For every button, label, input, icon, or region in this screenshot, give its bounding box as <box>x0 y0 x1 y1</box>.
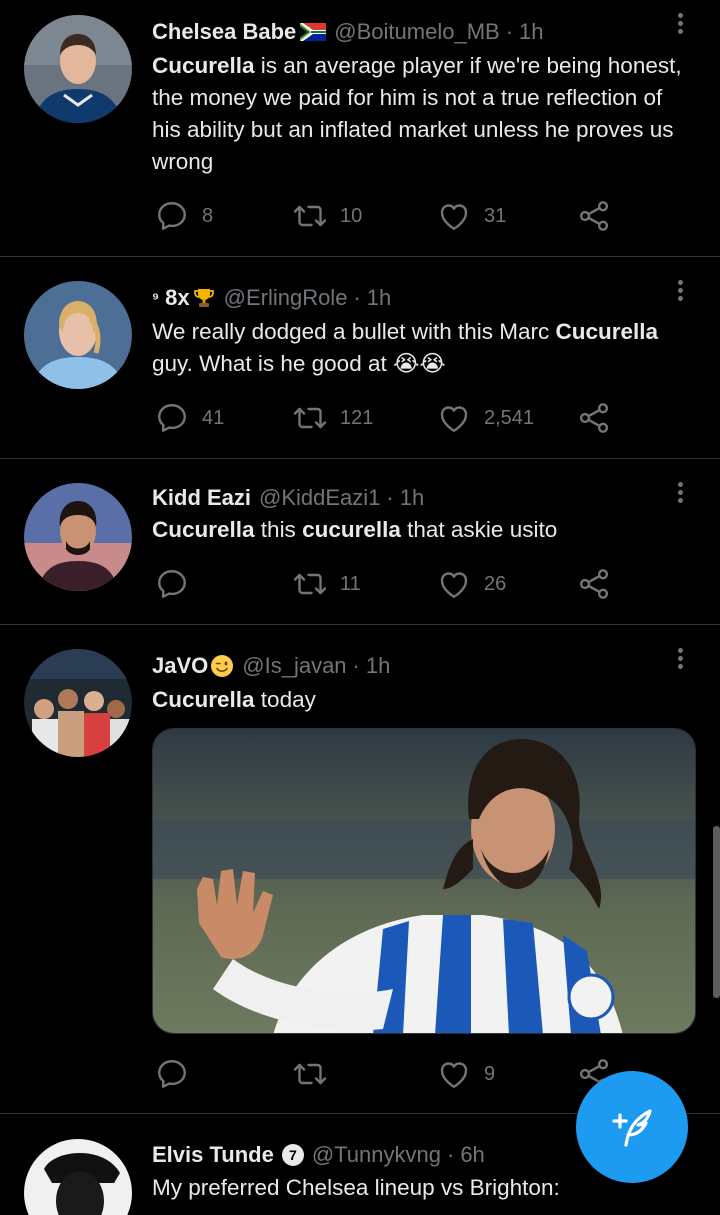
retweet-count: 10 <box>340 204 363 227</box>
handle[interactable]: @KiddEazi1 <box>259 485 380 511</box>
tweet-text: Cucurella this cucurella that askie usit… <box>152 517 558 542</box>
like-button[interactable]: 9 <box>436 1054 495 1094</box>
like-icon <box>436 400 472 436</box>
reply-count: 41 <box>202 406 225 429</box>
like-icon <box>436 198 472 234</box>
reply-button[interactable]: 41 <box>154 398 224 438</box>
retweet-count: 121 <box>340 406 374 429</box>
like-icon <box>436 566 472 602</box>
avatar-image <box>24 281 132 389</box>
reply-icon <box>154 1056 190 1092</box>
count-badge: 7 <box>281 1144 304 1166</box>
like-button[interactable]: 26 <box>436 564 506 604</box>
winking-face-icon <box>211 655 234 677</box>
retweet-icon <box>292 400 328 436</box>
tweet[interactable]: Kidd Eazi @KiddEazi1 · 1h Cucurella this… <box>0 459 720 624</box>
retweet-icon <box>292 566 328 602</box>
more-icon[interactable] <box>670 479 690 513</box>
more-icon[interactable] <box>670 645 690 679</box>
share-icon <box>576 566 612 602</box>
share-icon <box>576 198 612 234</box>
like-count: 9 <box>484 1062 496 1085</box>
retweet-count: 11 <box>340 572 361 595</box>
tweet-text: Cucurella is an average player if we're … <box>152 53 682 174</box>
retweet-icon <box>292 1056 328 1092</box>
separator: · <box>353 285 361 310</box>
reply-button[interactable] <box>154 1054 202 1094</box>
separator: · <box>386 485 394 510</box>
reply-icon <box>154 566 190 602</box>
timestamp[interactable]: 1h <box>519 19 543 45</box>
retweet-icon <box>292 198 328 234</box>
avatar[interactable] <box>24 281 132 389</box>
share-button[interactable] <box>576 564 612 604</box>
like-count: 26 <box>484 572 507 595</box>
tweet-header: Chelsea Babe @Boitumelo_MB · 1h <box>152 15 660 49</box>
tweet[interactable]: ⁹ 8x @ErlingRole · 1h We really dodged a… <box>0 257 720 458</box>
tweet-actions: 41 121 2,541 <box>152 398 622 438</box>
retweet-button[interactable] <box>292 1054 340 1094</box>
reply-count: 8 <box>202 204 214 227</box>
compose-icon <box>612 1109 652 1147</box>
reply-button[interactable]: 8 <box>154 196 213 236</box>
avatar[interactable] <box>24 1139 132 1215</box>
avatar[interactable] <box>24 483 132 591</box>
tweet-text: Cucurella today <box>152 687 316 712</box>
display-name[interactable]: Elvis Tunde <box>152 1142 274 1168</box>
handle[interactable]: @Boitumelo_MB <box>334 19 499 45</box>
handle[interactable]: @ErlingRole <box>224 285 348 311</box>
tweet-actions: 9 <box>152 1054 622 1094</box>
separator: · <box>352 653 360 678</box>
reply-button[interactable] <box>154 564 202 604</box>
reply-icon <box>154 198 190 234</box>
tweet-photo[interactable] <box>152 728 696 1034</box>
like-count: 31 <box>484 204 507 227</box>
tweet-header: JaVO @Is_javan · 1h <box>152 649 660 683</box>
tweet-header: Kidd Eazi @KiddEazi1 · 1h <box>152 481 660 515</box>
share-button[interactable] <box>576 196 612 236</box>
handle[interactable]: @Is_javan <box>242 653 346 679</box>
share-button[interactable] <box>576 398 612 438</box>
handle[interactable]: @Tunnykvng <box>312 1142 441 1168</box>
like-icon <box>436 1056 472 1092</box>
avatar-image <box>24 1139 132 1215</box>
avatar-image <box>24 15 132 123</box>
separator: · <box>505 19 514 44</box>
share-icon <box>576 400 612 436</box>
avatar[interactable] <box>24 649 132 757</box>
avatar[interactable] <box>24 15 132 123</box>
like-button[interactable]: 2,541 <box>436 398 534 438</box>
avatar-image <box>24 483 132 591</box>
display-name[interactable]: 8x <box>165 285 189 311</box>
trophy-icon <box>193 289 214 307</box>
display-name[interactable]: JaVO <box>152 653 208 679</box>
more-icon[interactable] <box>670 277 690 311</box>
timestamp[interactable]: 1h <box>400 485 424 511</box>
display-name[interactable]: Chelsea Babe <box>152 19 296 45</box>
tweet[interactable]: Chelsea Babe @Boitumelo_MB · 1h Cucurell… <box>0 0 720 256</box>
scrollbar[interactable] <box>713 826 720 998</box>
tweet-text: We really dodged a bullet with this Marc… <box>152 319 659 376</box>
retweet-button[interactable]: 10 <box>292 196 362 236</box>
like-count: 2,541 <box>484 406 535 429</box>
timestamp[interactable]: 1h <box>367 285 391 311</box>
south-africa-flag-icon <box>300 23 327 41</box>
timestamp[interactable]: 6h <box>460 1142 484 1168</box>
tweet-actions: 11 26 <box>152 564 622 604</box>
tweet[interactable]: JaVO @Is_javan · 1h Cucurella today 9 <box>0 625 720 1113</box>
tweet-header: ⁹ 8x @ErlingRole · 1h <box>152 281 660 315</box>
retweet-button[interactable]: 11 <box>292 564 361 604</box>
reply-icon <box>154 400 190 436</box>
name-prefix: ⁹ <box>152 289 160 307</box>
tweet-actions: 8 10 31 <box>152 196 622 236</box>
compose-tweet-button[interactable] <box>576 1071 688 1183</box>
like-button[interactable]: 31 <box>436 196 506 236</box>
retweet-button[interactable]: 121 <box>292 398 373 438</box>
timestamp[interactable]: 1h <box>366 653 390 679</box>
separator: · <box>446 1142 455 1167</box>
display-name[interactable]: Kidd Eazi <box>152 485 251 511</box>
avatar-image <box>24 649 132 757</box>
photo-image <box>153 729 695 1033</box>
more-icon[interactable] <box>670 10 690 44</box>
